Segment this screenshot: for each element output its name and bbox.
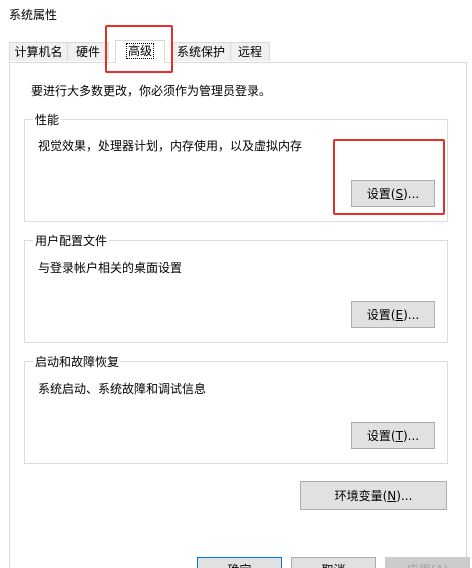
- user-profiles-settings-button[interactable]: 设置(E)...: [351, 301, 435, 328]
- startup-recovery-description: 系统启动、系统故障和调试信息: [38, 382, 207, 396]
- ok-button[interactable]: 确定: [197, 557, 282, 568]
- system-properties-window: 系统属性 计算机名 硬件 高级 系统保护 远程 要进行大多数更改，你必须作为管理…: [0, 0, 472, 568]
- startup-recovery-settings-button[interactable]: 设置(T)...: [351, 422, 435, 449]
- window-title: 系统属性: [9, 8, 58, 22]
- tab-advanced[interactable]: 高级: [115, 40, 165, 63]
- tab-remote[interactable]: 远程: [230, 42, 270, 61]
- cancel-button[interactable]: 取消: [291, 557, 376, 568]
- performance-settings-button[interactable]: 设置(S)...: [351, 180, 435, 207]
- performance-group-title: 性能: [33, 111, 62, 128]
- user-profiles-group-title: 用户配置文件: [33, 232, 110, 249]
- user-profiles-description: 与登录帐户相关的桌面设置: [38, 261, 183, 275]
- tab-hardware[interactable]: 硬件: [67, 42, 109, 61]
- environment-variables-button[interactable]: 环境变量(N)...: [300, 481, 447, 510]
- performance-description: 视觉效果，处理器计划，内存使用，以及虚拟内存: [38, 139, 303, 153]
- tab-system-protection[interactable]: 系统保护: [171, 42, 231, 61]
- tab-computer-name[interactable]: 计算机名: [9, 42, 68, 61]
- startup-recovery-group-title: 启动和故障恢复: [33, 353, 122, 370]
- admin-note: 要进行大多数更改，你必须作为管理员登录。: [31, 84, 272, 98]
- apply-button[interactable]: 应用(A): [385, 557, 470, 568]
